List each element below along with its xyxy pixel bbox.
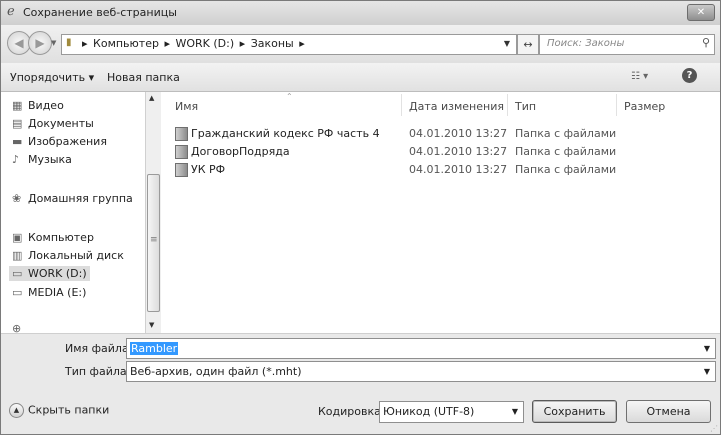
sidebar-item-homegroup[interactable]: ❀ Домашняя группа [12, 192, 133, 205]
encoding-value: Юникод (UTF-8) [383, 405, 475, 418]
scroll-up-icon[interactable]: ▲ [149, 94, 154, 102]
sidebar-item-media-drive[interactable]: ▭ MEDIA (E:) [12, 286, 86, 299]
address-bar[interactable]: ▮ ▸ Компьютер ▸ WORK (D:) ▸ Законы ▸ ▼ [61, 34, 517, 55]
refresh-icon: ↔ [523, 38, 533, 51]
scroll-thumb[interactable]: ≡ [147, 174, 160, 312]
file-name: ДоговорПодряда [191, 145, 290, 158]
filetype-value: Веб-архив, один файл (*.mht) [130, 365, 302, 378]
homegroup-icon: ❀ [12, 192, 22, 205]
filetype-label: Тип файла: [65, 365, 131, 378]
breadcrumb-separator-icon[interactable]: ▸ [164, 37, 170, 50]
local-disk-icon: ▥ [12, 249, 23, 262]
window-title: Сохранение веб-страницы [23, 6, 177, 19]
music-icon: ♪ [12, 153, 20, 166]
save-button[interactable]: Сохранить [532, 400, 617, 423]
navigation-scrollbar[interactable]: ▲ ≡ ▼ [145, 92, 161, 333]
breadcrumb-separator-icon[interactable]: ▸ [82, 37, 88, 50]
encoding-select[interactable]: Юникод (UTF-8) ▼ [379, 401, 524, 423]
filename-dropdown-icon[interactable]: ▼ [704, 344, 710, 353]
table-row[interactable]: УК РФ 04.01.2010 13:27 Папка с файлами [161, 161, 720, 179]
documents-icon: ▤ [12, 117, 23, 130]
breadcrumb: ▸ Компьютер ▸ WORK (D:) ▸ Законы ▸ [82, 37, 307, 50]
scroll-down-icon[interactable]: ▼ [149, 321, 154, 329]
sidebar-item-video[interactable]: ▦ Видео [12, 99, 64, 112]
forward-button[interactable]: ▶ [28, 31, 52, 55]
column-divider[interactable] [616, 94, 617, 116]
folder-icon: ▮ [66, 37, 72, 48]
hide-folders-button[interactable]: ▲ Скрыть папки [9, 403, 109, 418]
file-name: Гражданский кодекс РФ часть 4 [191, 127, 380, 140]
back-arrow-icon: ◀ [14, 36, 24, 50]
file-list: Имя ⌃ Дата изменения Тип Размер Гражданс… [161, 92, 720, 333]
table-row[interactable]: ДоговорПодряда 04.01.2010 13:27 Папка с … [161, 143, 720, 161]
close-button[interactable]: ✕ [687, 4, 715, 21]
refresh-button[interactable]: ↔ [517, 34, 539, 55]
folder-icon [175, 127, 188, 141]
drive-icon: ▭ [12, 267, 23, 280]
breadcrumb-zakony[interactable]: Законы [251, 37, 294, 50]
dialog-footer: Имя файла: Rambler ▼ Тип файла: Веб-архи… [1, 333, 720, 434]
file-name: УК РФ [191, 163, 226, 176]
file-type: Папка с файлами [515, 163, 617, 176]
drive-icon: ▭ [12, 286, 23, 299]
file-date: 04.01.2010 13:27 [409, 145, 508, 158]
navigation-bar: ◀ ▶ ▼ ▮ ▸ Компьютер ▸ WORK (D:) ▸ Законы… [1, 25, 720, 63]
resize-grip-icon[interactable]: ⋰ [710, 424, 718, 433]
column-divider[interactable] [507, 94, 508, 116]
filename-value: Rambler [130, 342, 179, 355]
new-folder-button[interactable]: Новая папка [107, 71, 180, 84]
column-header-date[interactable]: Дата изменения [409, 100, 504, 113]
breadcrumb-separator-icon[interactable]: ▸ [299, 37, 305, 50]
search-input[interactable]: Поиск: Законы ⚲ [539, 34, 715, 55]
forward-arrow-icon: ▶ [35, 36, 45, 50]
encoding-label: Кодировка: [318, 405, 385, 418]
breadcrumb-computer[interactable]: Компьютер [93, 37, 159, 50]
search-placeholder: Поиск: Законы [547, 38, 625, 49]
file-type: Папка с файлами [515, 145, 617, 158]
navigation-pane: ▦ Видео ▤ Документы ▬ Изображения ♪ Музыка ❀… [1, 92, 145, 333]
network-icon: ⊕ [12, 322, 22, 333]
command-bar: Упорядочить ▾ Новая папка ☷ ▾ ? [1, 63, 720, 92]
sort-ascending-icon: ⌃ [286, 92, 293, 101]
file-date: 04.01.2010 13:27 [409, 127, 508, 140]
chevron-up-icon: ▲ [9, 403, 24, 418]
title-bar: ℯ Сохранение веб-страницы ✕ [1, 1, 720, 25]
breadcrumb-work-drive[interactable]: WORK (D:) [176, 37, 235, 50]
sidebar-item-pictures[interactable]: ▬ Изображения [12, 135, 107, 148]
file-date: 04.01.2010 13:27 [409, 163, 508, 176]
pictures-icon: ▬ [12, 135, 23, 148]
sidebar-item-work-drive[interactable]: ▭ WORK (D:) [9, 266, 90, 281]
file-type: Папка с файлами [515, 127, 617, 140]
breadcrumb-separator-icon[interactable]: ▸ [240, 37, 246, 50]
grip-icon: ≡ [150, 235, 158, 245]
sidebar-item-network[interactable]: ⊕ [12, 322, 28, 333]
column-divider[interactable] [401, 94, 402, 116]
search-icon: ⚲ [701, 36, 710, 49]
filetype-select[interactable]: Веб-архив, один файл (*.mht) ▼ [126, 361, 716, 382]
sidebar-item-documents[interactable]: ▤ Документы [12, 117, 94, 130]
organize-menu[interactable]: Упорядочить ▾ [10, 71, 94, 84]
view-options-icon[interactable]: ☷ ▾ [631, 71, 648, 82]
video-library-icon: ▦ [12, 99, 23, 112]
save-dialog: ℯ Сохранение веб-страницы ✕ ◀ ▶ ▼ ▮ ▸ Ко… [0, 0, 721, 435]
address-dropdown-icon[interactable]: ▼ [504, 39, 510, 48]
sidebar-item-local-disk[interactable]: ▥ Локальный диск [12, 249, 124, 262]
folder-icon [175, 145, 188, 159]
table-row[interactable]: Гражданский кодекс РФ часть 4 04.01.2010… [161, 125, 720, 143]
column-header-type[interactable]: Тип [515, 100, 536, 113]
help-icon[interactable]: ? [682, 68, 697, 83]
cancel-button[interactable]: Отмена [626, 400, 711, 423]
filename-label: Имя файла: [65, 342, 133, 355]
folder-icon [175, 163, 188, 177]
encoding-dropdown-icon[interactable]: ▼ [512, 407, 518, 416]
sidebar-item-music[interactable]: ♪ Музыка [12, 153, 72, 166]
filetype-dropdown-icon[interactable]: ▼ [704, 367, 710, 376]
computer-icon: ▣ [12, 231, 23, 244]
sidebar-item-computer[interactable]: ▣ Компьютер [12, 231, 94, 244]
recent-pages-dropdown-icon[interactable]: ▼ [51, 39, 56, 47]
column-header-name[interactable]: Имя [175, 100, 198, 113]
filename-input[interactable]: Rambler ▼ [126, 338, 716, 359]
ie-icon: ℯ [7, 4, 15, 19]
column-header-size[interactable]: Размер [624, 100, 665, 113]
